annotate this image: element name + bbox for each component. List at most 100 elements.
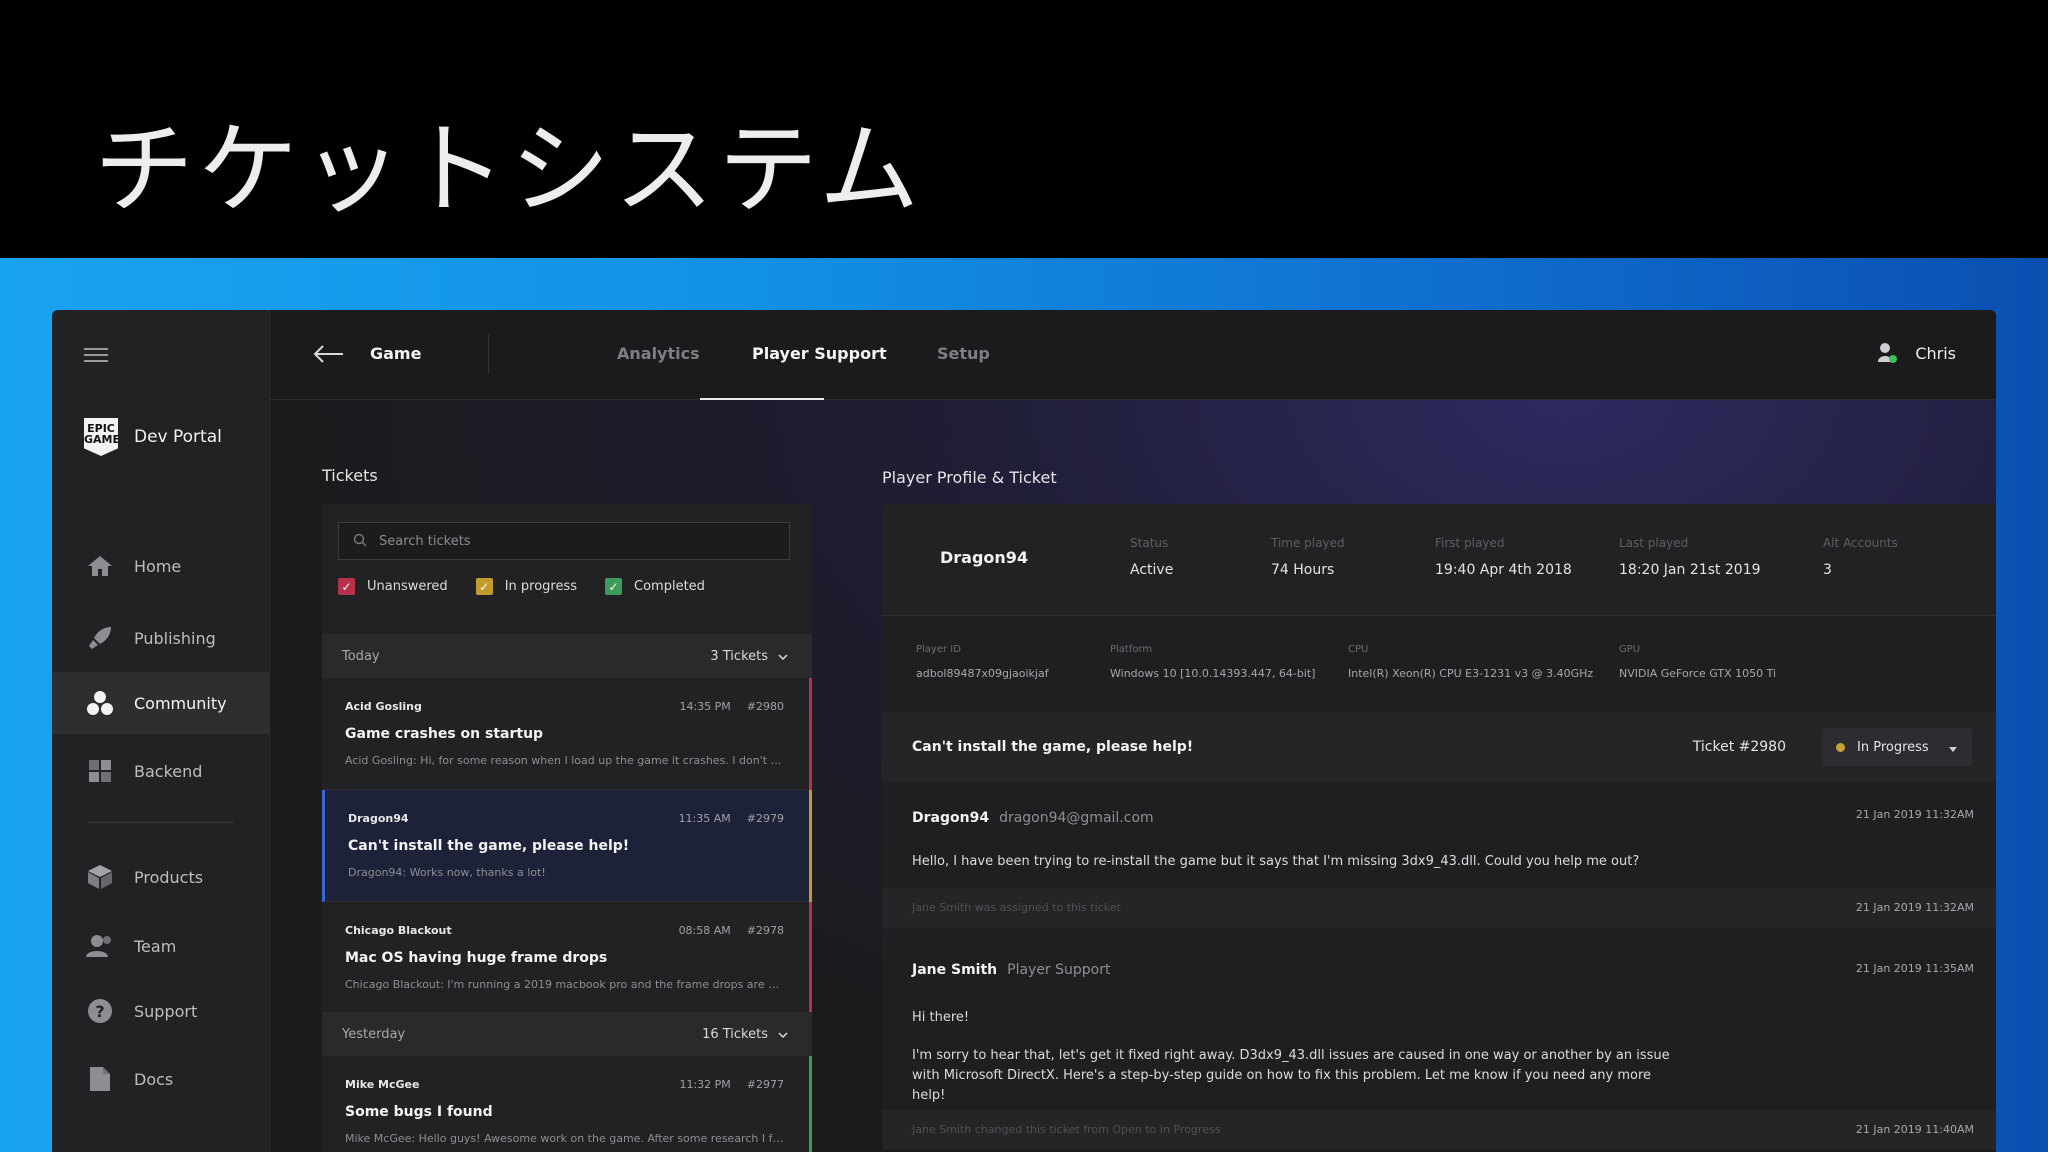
community-icon	[86, 689, 114, 717]
sidebar-item-label: Support	[134, 1001, 198, 1021]
group-count: 3 Tickets	[710, 648, 768, 664]
message-author: Dragon94	[912, 810, 990, 826]
message-body: I'm sorry to hear that, let's get it fix…	[912, 1048, 1670, 1103]
ticket-id: #2977	[746, 1078, 784, 1091]
search-input[interactable]	[379, 533, 759, 549]
sidebar-item-products[interactable]: Products	[52, 846, 270, 908]
sidebar-item-docs[interactable]: Docs	[52, 1048, 270, 1110]
game-title[interactable]: Game	[370, 344, 421, 363]
back-arrow-icon[interactable]	[312, 342, 344, 366]
group-header-yesterday[interactable]: Yesterday 16 Tickets	[322, 1012, 812, 1056]
message-role: Player Support	[1007, 962, 1111, 978]
sidebar-item-community[interactable]: Community	[52, 672, 270, 734]
ticket-author: Mike McGee	[345, 1078, 420, 1091]
sidebar: EPIC GAMES Dev Portal Home Publishing Com…	[52, 310, 270, 1152]
event-time: 21 Jan 2019 11:32AM	[1855, 901, 1974, 914]
svg-text:?: ?	[95, 1002, 104, 1021]
ticket-list-item[interactable]: Mike McGee 11:32 PM #2977 Some bugs I fou…	[322, 1056, 812, 1152]
ticket-id: #2978	[746, 924, 784, 937]
player-profile-header: Dragon94 Status Active Time played 74 Hour…	[882, 504, 1996, 616]
message-body: Hello, I have been trying to re-install …	[912, 854, 1640, 869]
banner: チケットシステム	[0, 0, 2048, 258]
ticket-title: Can't install the game, please help!	[348, 838, 630, 854]
sidebar-item-label: Team	[134, 936, 177, 956]
banner-title: チケットシステム	[94, 111, 923, 228]
caret-down-icon	[1948, 742, 1958, 757]
filter-unanswered[interactable]: ✓ Unanswered	[338, 578, 448, 595]
group-header-today[interactable]: Today 3 Tickets	[322, 634, 812, 678]
brand[interactable]: EPIC GAMES Dev Portal	[84, 418, 222, 456]
sys-cpu: CPU Intel(R) Xeon(R) CPU E3-1231 v3 @ 3.4…	[1348, 644, 1594, 680]
sidebar-item-label: Home	[134, 556, 182, 576]
filter-label: In progress	[504, 579, 578, 594]
ticket-list-item[interactable]: Acid Gosling 14:35 PM #2980 Game crashes …	[322, 678, 812, 790]
ticket-time: 11:35 AM	[678, 812, 731, 825]
message-time: 21 Jan 2019 11:32AM	[1855, 808, 1974, 821]
event-text: Jane Smith was assigned to this ticket	[912, 901, 1121, 914]
filter-in-progress[interactable]: ✓ In progress	[475, 578, 578, 595]
menu-icon[interactable]	[84, 348, 108, 362]
ticket-number: Ticket #2980	[1692, 739, 1786, 755]
search-icon	[353, 532, 367, 551]
ticket-header-bar: Can't install the game, please help! Tic…	[882, 712, 1996, 782]
sidebar-item-publishing[interactable]: Publishing	[52, 607, 270, 669]
status-dropdown[interactable]: In Progress	[1822, 728, 1972, 766]
sidebar-item-home[interactable]: Home	[52, 535, 270, 597]
message-body-greeting: Hi there!	[912, 1010, 970, 1025]
backend-icon	[86, 757, 114, 785]
box-icon	[86, 863, 114, 891]
checkbox-checked-icon[interactable]: ✓	[605, 578, 623, 595]
user-menu[interactable]: Chris	[1877, 342, 1956, 364]
sidebar-item-support[interactable]: ? Support	[52, 980, 270, 1042]
ticket-author: Dragon94	[348, 812, 409, 825]
user-icon	[1877, 342, 1898, 364]
filter-label: Unanswered	[367, 579, 448, 594]
stat-alt-accounts: Alt Accounts 3	[1823, 536, 1898, 578]
sidebar-item-label: Community	[134, 693, 227, 713]
ticket-title: Some bugs I found	[345, 1104, 493, 1120]
message: Jane Smith Player Support 21 Jan 2019 11:…	[882, 928, 1996, 1110]
ticket-preview: Acid Gosling: Hi, for some reason when I…	[345, 754, 785, 767]
filter-completed[interactable]: ✓ Completed	[605, 578, 705, 595]
ticket-status-bar	[809, 678, 812, 790]
stat-last-played: Last played 18:20 Jan 21st 2019	[1619, 536, 1761, 578]
ticket-status-bar	[809, 1056, 812, 1152]
tab-player-support[interactable]: Player Support	[752, 344, 887, 363]
home-icon	[86, 552, 114, 580]
sidebar-item-label: Products	[134, 867, 204, 887]
user-name: Chris	[1915, 343, 1956, 363]
status-filters: ✓ Unanswered ✓ In progress ✓ Completed	[338, 578, 705, 595]
checkbox-checked-icon[interactable]: ✓	[338, 578, 355, 595]
event-time: 21 Jan 2019 11:40AM	[1855, 1123, 1974, 1136]
ticket-list-item-selected[interactable]: Dragon94 11:35 AM #2979 Can't install the…	[322, 790, 812, 902]
profile-heading: Player Profile & Ticket	[882, 468, 1057, 487]
message-email[interactable]: dragon94@gmail.com	[999, 810, 1154, 826]
ticket-event: Jane Smith was assigned to this ticket 2…	[882, 888, 1996, 928]
topbar-divider	[488, 334, 489, 374]
sidebar-item-label: Docs	[134, 1069, 174, 1089]
ticket-preview: Mike McGee: Hello guys! Awesome work on …	[345, 1132, 785, 1145]
document-icon	[86, 1065, 114, 1093]
ticket-status-bar	[809, 902, 812, 1014]
message-time: 21 Jan 2019 11:35AM	[1855, 962, 1974, 975]
checkbox-checked-icon[interactable]: ✓	[475, 578, 493, 595]
tickets-heading: Tickets	[322, 466, 378, 485]
sys-platform: Platform Windows 10 [10.0.14393.447, 64-b…	[1110, 644, 1316, 680]
sys-player-id: Player ID adbol89487x09gjaoikjaf	[916, 644, 1049, 680]
ticket-id: #2980	[746, 700, 784, 713]
ticket-title: Mac OS having huge frame drops	[345, 950, 608, 966]
ticket-list-item[interactable]: Chicago Blackout 08:58 AM #2978 Mac OS ha…	[322, 902, 812, 1014]
sidebar-item-backend[interactable]: Backend	[52, 740, 270, 802]
search-box[interactable]	[338, 522, 790, 560]
sidebar-item-team[interactable]: Team	[52, 915, 270, 977]
ticket-time: 08:58 AM	[678, 924, 731, 937]
group-label: Today	[342, 648, 380, 664]
ticket-author: Chicago Blackout	[345, 924, 452, 937]
ticket-author: Acid Gosling	[345, 700, 422, 713]
system-info: Player ID adbol89487x09gjaoikjaf Platform…	[882, 616, 1996, 712]
stat-status: Status Active	[1130, 536, 1174, 578]
tab-setup[interactable]: Setup	[937, 344, 990, 363]
chevron-down-icon	[778, 649, 788, 664]
sys-gpu: GPU NVIDIA GeForce GTX 1050 Ti	[1619, 644, 1777, 680]
tab-analytics[interactable]: Analytics	[617, 344, 700, 363]
